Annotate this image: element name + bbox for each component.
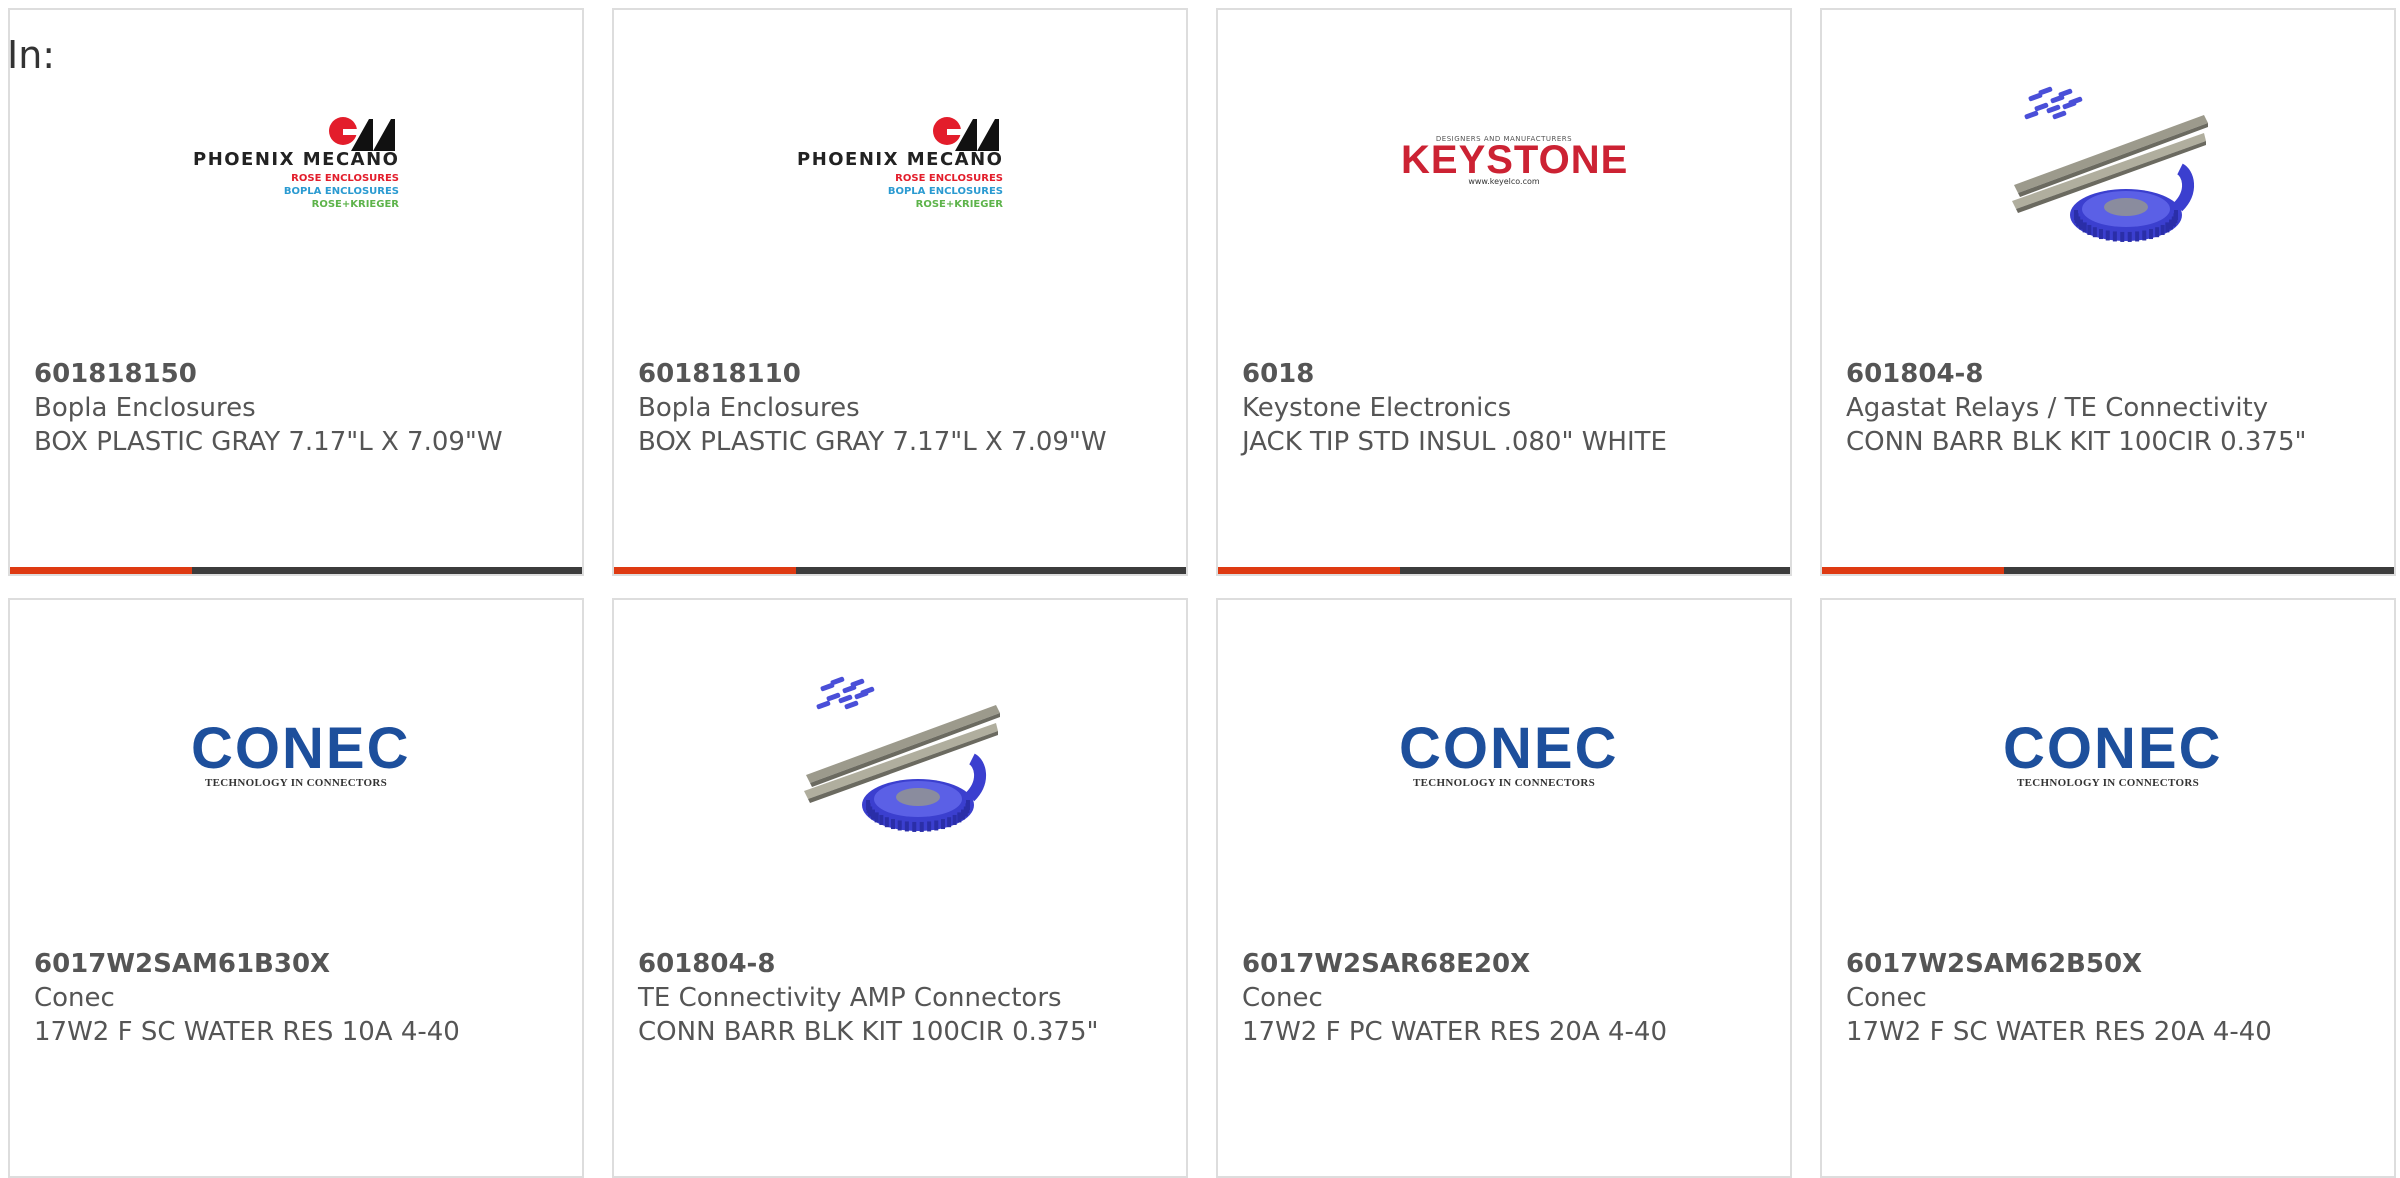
- product-info: 6017W2SAR68E20X Conec 17W2 F PC WATER RES …: [1242, 947, 1766, 1049]
- conec-logo: CONEC TECHNOLOGY IN CONNECTORS: [2003, 716, 2223, 790]
- card-accent-bar: [10, 567, 192, 574]
- card-bottom-bar: [1218, 567, 1790, 574]
- conec-logo: CONEC TECHNOLOGY IN CONNECTORS: [191, 716, 411, 790]
- product-description: BOX PLASTIC GRAY 7.17"L X 7.09"W: [638, 427, 1107, 457]
- conec-tagline: TECHNOLOGY IN CONNECTORS: [204, 777, 387, 789]
- product-image[interactable]: [1822, 70, 2394, 260]
- phoenix-mecano-mark-icon: [329, 117, 395, 151]
- product-image[interactable]: CONEC TECHNOLOGY IN CONNECTORS: [1822, 660, 2394, 850]
- barrier-strip-kit-image: [2012, 86, 2208, 242]
- product-image[interactable]: [614, 660, 1186, 850]
- card-accent-bar: [1218, 567, 1400, 574]
- part-number-link[interactable]: 601818110: [638, 357, 1162, 391]
- card-bottom-bar: [10, 567, 582, 574]
- part-number-link[interactable]: 601804-8: [638, 947, 1162, 981]
- part-number-link[interactable]: 601818150: [34, 357, 558, 391]
- part-number-link[interactable]: 601804-8: [1846, 357, 2370, 391]
- phoenix-mecano-name: PHOENIX MECANO: [193, 149, 400, 170]
- in-label: In:: [7, 33, 56, 77]
- conec-wordmark: CONEC: [2003, 716, 2223, 781]
- product-description: 17W2 F SC WATER RES 10A 4-40: [34, 1017, 460, 1047]
- product-description: BOX PLASTIC GRAY 7.17"L X 7.09"W: [34, 427, 503, 457]
- conec-tagline: TECHNOLOGY IN CONNECTORS: [1412, 777, 1595, 789]
- conec-wordmark: CONEC: [1399, 716, 1619, 781]
- phoenix-mecano-name: PHOENIX MECANO: [797, 149, 1004, 170]
- keystone-logo: DESIGNERS AND MANUFACTURERS KEYSTONE www.k…: [1401, 135, 1629, 195]
- product-image[interactable]: PHOENIX MECANO ROSE ENCLOSURES BOPLA ENCLO…: [10, 70, 582, 260]
- product-info: 6018 Keystone Electronics JACK TIP STD INS…: [1242, 357, 1766, 459]
- product-card[interactable]: 601804-8 TE Connectivity AMP Connectors CO…: [612, 598, 1188, 1178]
- product-info: 601804-8 TE Connectivity AMP Connectors CO…: [638, 947, 1162, 1049]
- product-description: 17W2 F SC WATER RES 20A 4-40: [1846, 1017, 2272, 1047]
- product-grid: PHOENIX MECANO ROSE ENCLOSURES BOPLA ENCLO…: [0, 0, 2400, 1178]
- phoenix-mecano-line3: ROSE+KRIEGER: [915, 199, 1003, 210]
- product-description: 17W2 F PC WATER RES 20A 4-40: [1242, 1017, 1668, 1047]
- manufacturer-name: TE Connectivity AMP Connectors: [638, 983, 1062, 1013]
- phoenix-mecano-line1: ROSE ENCLOSURES: [895, 173, 1003, 184]
- conec-tagline: TECHNOLOGY IN CONNECTORS: [2016, 777, 2199, 789]
- product-image[interactable]: PHOENIX MECANO ROSE ENCLOSURES BOPLA ENCLO…: [614, 70, 1186, 260]
- manufacturer-name: Agastat Relays / TE Connectivity: [1846, 393, 2269, 423]
- product-card[interactable]: DESIGNERS AND MANUFACTURERS KEYSTONE www.k…: [1216, 8, 1792, 576]
- product-card[interactable]: PHOENIX MECANO ROSE ENCLOSURES BOPLA ENCLO…: [8, 8, 584, 576]
- product-card[interactable]: PHOENIX MECANO ROSE ENCLOSURES BOPLA ENCLO…: [612, 8, 1188, 576]
- card-bottom-bar: [1822, 567, 2394, 574]
- phoenix-mecano-mark-icon: [933, 117, 999, 151]
- product-card[interactable]: CONEC TECHNOLOGY IN CONNECTORS 6017W2SAM62…: [1820, 598, 2396, 1178]
- product-info: 6017W2SAM61B30X Conec 17W2 F SC WATER RES …: [34, 947, 558, 1049]
- manufacturer-name: Bopla Enclosures: [638, 393, 860, 423]
- product-image[interactable]: CONEC TECHNOLOGY IN CONNECTORS: [10, 660, 582, 850]
- manufacturer-name: Conec: [1846, 983, 1927, 1013]
- product-info: 6017W2SAM62B50X Conec 17W2 F SC WATER RES …: [1846, 947, 2370, 1049]
- barrier-strip-kit-image: [804, 676, 1000, 832]
- product-info: 601804-8 Agastat Relays / TE Connectivity…: [1846, 357, 2370, 459]
- phoenix-mecano-line3: ROSE+KRIEGER: [311, 199, 399, 210]
- conec-wordmark: CONEC: [191, 716, 411, 781]
- product-image[interactable]: CONEC TECHNOLOGY IN CONNECTORS: [1218, 660, 1790, 850]
- product-info: 601818150 Bopla Enclosures BOX PLASTIC GRA…: [34, 357, 558, 459]
- part-number-link[interactable]: 6017W2SAR68E20X: [1242, 947, 1766, 981]
- product-description: JACK TIP STD INSUL .080" WHITE: [1242, 427, 1667, 457]
- product-card[interactable]: 601804-8 Agastat Relays / TE Connectivity…: [1820, 8, 2396, 576]
- conec-logo: CONEC TECHNOLOGY IN CONNECTORS: [1399, 716, 1619, 790]
- manufacturer-name: Conec: [1242, 983, 1323, 1013]
- product-description: CONN BARR BLK KIT 100CIR 0.375": [638, 1017, 1099, 1047]
- part-number-link[interactable]: 6017W2SAM62B50X: [1846, 947, 2370, 981]
- phoenix-mecano-line1: ROSE ENCLOSURES: [291, 173, 399, 184]
- card-bottom-bar: [614, 567, 1186, 574]
- part-number-link[interactable]: 6018: [1242, 357, 1766, 391]
- phoenix-mecano-logo: PHOENIX MECANO ROSE ENCLOSURES BOPLA ENCLO…: [193, 115, 399, 215]
- card-accent-bar: [614, 567, 796, 574]
- phoenix-mecano-line2: BOPLA ENCLOSURES: [283, 186, 399, 197]
- part-number-link[interactable]: 6017W2SAM61B30X: [34, 947, 558, 981]
- manufacturer-name: Conec: [34, 983, 115, 1013]
- product-card[interactable]: CONEC TECHNOLOGY IN CONNECTORS 6017W2SAM61…: [8, 598, 584, 1178]
- manufacturer-name: Bopla Enclosures: [34, 393, 256, 423]
- phoenix-mecano-logo: PHOENIX MECANO ROSE ENCLOSURES BOPLA ENCLO…: [797, 115, 1003, 215]
- keystone-wordmark: KEYSTONE: [1401, 138, 1629, 182]
- card-accent-bar: [1822, 567, 2004, 574]
- phoenix-mecano-line2: BOPLA ENCLOSURES: [887, 186, 1003, 197]
- product-description: CONN BARR BLK KIT 100CIR 0.375": [1846, 427, 2307, 457]
- manufacturer-name: Keystone Electronics: [1242, 393, 1512, 423]
- product-info: 601818110 Bopla Enclosures BOX PLASTIC GRA…: [638, 357, 1162, 459]
- product-image[interactable]: DESIGNERS AND MANUFACTURERS KEYSTONE www.k…: [1218, 70, 1790, 260]
- product-card[interactable]: CONEC TECHNOLOGY IN CONNECTORS 6017W2SAR68…: [1216, 598, 1792, 1178]
